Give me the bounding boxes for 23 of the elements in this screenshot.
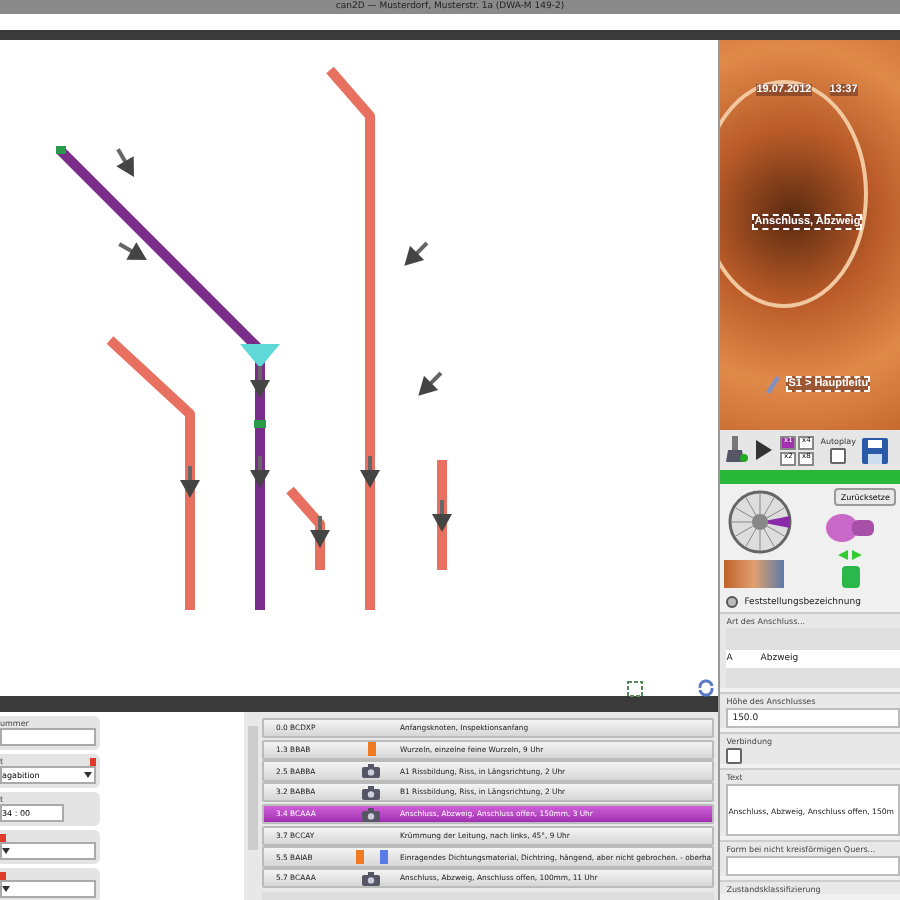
autoplay-checkbox[interactable] — [830, 448, 847, 464]
thumbnail-placeholder — [724, 560, 785, 588]
brush-icon[interactable] — [724, 436, 749, 464]
camera-icon — [362, 764, 382, 779]
collapse-icon[interactable] — [726, 596, 739, 608]
checkbox[interactable] — [726, 748, 743, 764]
camera-probe-icon — [764, 374, 781, 394]
scrollbar[interactable] — [262, 891, 715, 900]
input-field[interactable] — [726, 856, 900, 876]
input-field[interactable] — [0, 728, 96, 746]
camera-icon — [362, 785, 382, 800]
clock-dial-drawing — [724, 488, 797, 556]
play-icon[interactable] — [754, 438, 775, 462]
dropdown-arrow-icon — [84, 772, 92, 778]
pipe-connection-icon — [824, 512, 877, 544]
save-icon[interactable] — [861, 437, 888, 463]
fit-view-icon[interactable] — [626, 680, 644, 698]
camera-icon — [362, 871, 382, 886]
refresh-icon[interactable] — [696, 678, 716, 698]
scrollbar[interactable] — [248, 726, 258, 850]
camera-icon — [362, 807, 382, 822]
dropdown-arrow-icon — [2, 848, 10, 854]
dropdown-arrow-icon — [2, 886, 10, 892]
